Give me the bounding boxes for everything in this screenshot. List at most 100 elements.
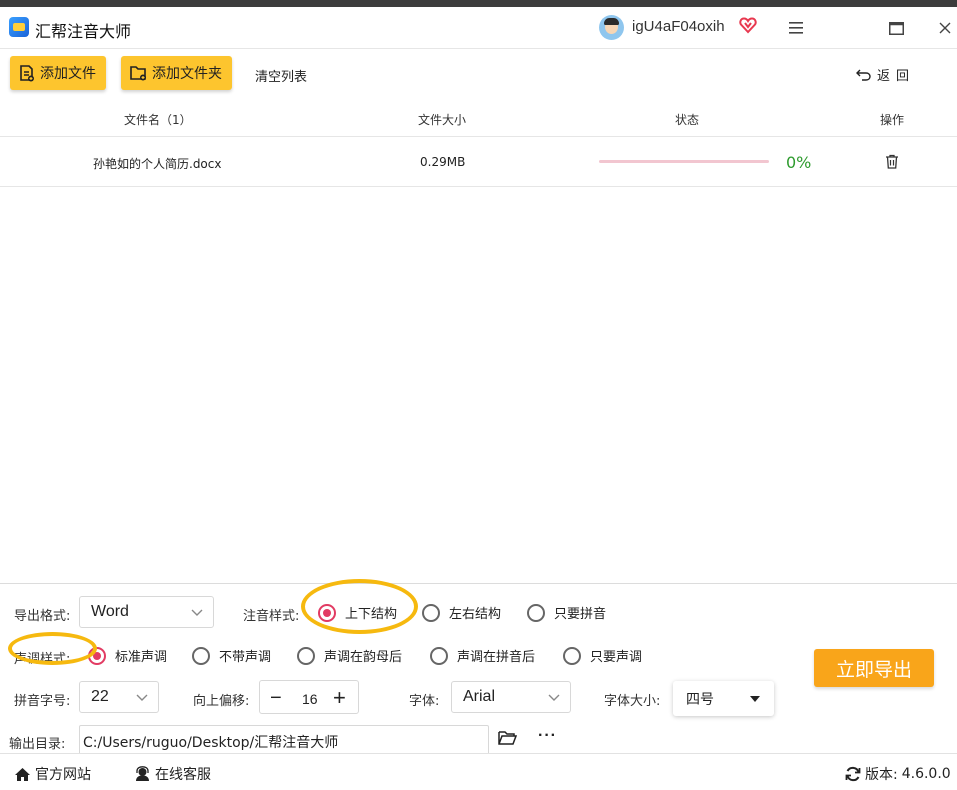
radio-label: 声调在拼音后: [457, 650, 536, 665]
radio-circle: [192, 646, 210, 665]
file-list-empty-area: [0, 188, 957, 583]
pinyin-size-select[interactable]: 22: [79, 681, 159, 713]
radio-annotation-pinyin-only[interactable]: 只要拼音: [527, 603, 606, 622]
home-icon: [15, 767, 30, 781]
app-logo-icon: [9, 17, 29, 37]
add-folder-button[interactable]: 添加文件夹: [121, 56, 232, 90]
version-info: 版本: 4.6.0.0: [845, 764, 951, 784]
radio-annotation-left-right[interactable]: 左右结构: [422, 603, 501, 622]
add-file-icon: [20, 64, 34, 81]
title-bar: 汇帮注音大师 igU4aF04oxih: [0, 7, 957, 49]
back-label: 返回: [877, 69, 916, 84]
radio-label: 只要拼音: [554, 607, 607, 622]
radio-label: 只要声调: [590, 650, 643, 665]
radio-circle: [527, 603, 545, 622]
radio-circle: [297, 646, 315, 665]
user-avatar[interactable]: [599, 15, 624, 40]
annotation-style-label: 注音样式:: [243, 609, 300, 624]
radio-circle: [318, 603, 336, 622]
close-button[interactable]: [931, 15, 957, 41]
offset-value[interactable]: 16: [302, 691, 318, 707]
vip-heart-icon[interactable]: [739, 16, 757, 34]
table-row: 孙艳如的个人简历.docx 0.29MB 0%: [0, 138, 957, 187]
divider: [0, 583, 957, 584]
column-header-status: 状态: [675, 113, 700, 127]
back-arrow-icon: [856, 69, 871, 81]
column-header-action: 操作: [880, 113, 905, 127]
version-value: 4.6.0.0: [901, 766, 951, 782]
radio-circle: [563, 646, 581, 665]
radio-tone-standard[interactable]: 标准声调: [88, 646, 167, 665]
hamburger-icon: [789, 22, 803, 34]
chevron-down-icon: [136, 694, 148, 701]
version-label: 版本:: [865, 767, 898, 783]
progress-percent: 0%: [786, 153, 812, 172]
tone-style-label: 声调样式:: [14, 652, 71, 667]
online-service-link[interactable]: 在线客服: [134, 764, 211, 784]
radio-tone-after-final[interactable]: 声调在韵母后: [297, 646, 402, 665]
progress-bar: [599, 160, 769, 163]
radio-label: 上下结构: [345, 607, 398, 622]
customer-service-icon: [136, 766, 149, 781]
delete-icon[interactable]: [885, 154, 899, 169]
export-format-value: Word: [91, 603, 129, 620]
offset-stepper: − 16 +: [259, 680, 359, 714]
font-size-value: 四号: [686, 691, 714, 708]
radio-tone-none[interactable]: 不带声调: [192, 646, 271, 665]
radio-circle: [430, 646, 448, 665]
more-options-icon[interactable]: ···: [538, 727, 557, 745]
footer-bar: 官方网站 在线客服 版本: 4.6.0.0: [0, 753, 957, 790]
open-folder-icon[interactable]: [498, 730, 517, 745]
file-size: 0.29MB: [420, 155, 466, 169]
radio-label: 不带声调: [219, 650, 272, 665]
offset-label: 向上偏移:: [193, 694, 250, 709]
refresh-icon: [845, 766, 861, 782]
column-header-name: 文件名（1）: [124, 113, 192, 127]
radio-annotation-top-bottom[interactable]: 上下结构: [318, 603, 397, 622]
pinyin-size-value: 22: [91, 688, 109, 705]
caret-down-icon: [750, 696, 760, 702]
chevron-down-icon: [191, 609, 203, 616]
chevron-down-icon: [548, 694, 560, 701]
file-name: 孙艳如的个人简历.docx: [93, 157, 222, 171]
font-value: Arial: [463, 688, 496, 705]
add-folder-icon: [130, 66, 146, 81]
close-icon: [939, 22, 951, 34]
table-header: 文件名（1） 文件大小 状态 操作: [0, 99, 957, 137]
add-file-label: 添加文件: [40, 66, 96, 82]
font-size-select[interactable]: 四号: [673, 681, 774, 716]
menu-button[interactable]: [782, 15, 810, 41]
radio-label: 声调在韵母后: [324, 650, 403, 665]
export-now-button[interactable]: 立即导出: [814, 649, 934, 687]
output-dir-label: 输出目录:: [9, 737, 66, 752]
add-file-button[interactable]: 添加文件: [10, 56, 106, 90]
increment-button[interactable]: +: [333, 685, 346, 711]
official-website-label: 官方网站: [35, 767, 91, 783]
add-folder-label: 添加文件夹: [152, 66, 222, 82]
app-title: 汇帮注音大师: [35, 22, 132, 41]
back-button[interactable]: 返回: [856, 65, 915, 84]
clear-list-button[interactable]: 清空列表: [255, 66, 307, 85]
export-format-select[interactable]: Word: [79, 596, 214, 628]
window-top-strip: [0, 0, 957, 7]
divider: [0, 48, 957, 49]
radio-label: 左右结构: [449, 607, 502, 622]
font-size-label: 字体大小:: [604, 694, 661, 709]
output-dir-field[interactable]: C:/Users/ruguo/Desktop/汇帮注音大师: [79, 725, 489, 755]
decrement-button[interactable]: −: [270, 687, 282, 710]
radio-tone-after-pinyin[interactable]: 声调在拼音后: [430, 646, 535, 665]
radio-tone-only[interactable]: 只要声调: [563, 646, 642, 665]
maximize-icon: [888, 21, 904, 35]
font-label: 字体:: [409, 694, 440, 709]
radio-label: 标准声调: [115, 650, 168, 665]
radio-circle: [422, 603, 440, 622]
online-service-label: 在线客服: [155, 767, 211, 783]
column-header-size: 文件大小: [418, 113, 467, 127]
radio-circle: [88, 646, 106, 665]
export-format-label: 导出格式:: [14, 609, 71, 624]
pinyin-size-label: 拼音字号:: [14, 694, 71, 709]
official-website-link[interactable]: 官方网站: [14, 764, 91, 784]
username[interactable]: igU4aF04oxih: [632, 18, 725, 35]
maximize-button[interactable]: [882, 15, 910, 41]
font-select[interactable]: Arial: [451, 681, 571, 713]
